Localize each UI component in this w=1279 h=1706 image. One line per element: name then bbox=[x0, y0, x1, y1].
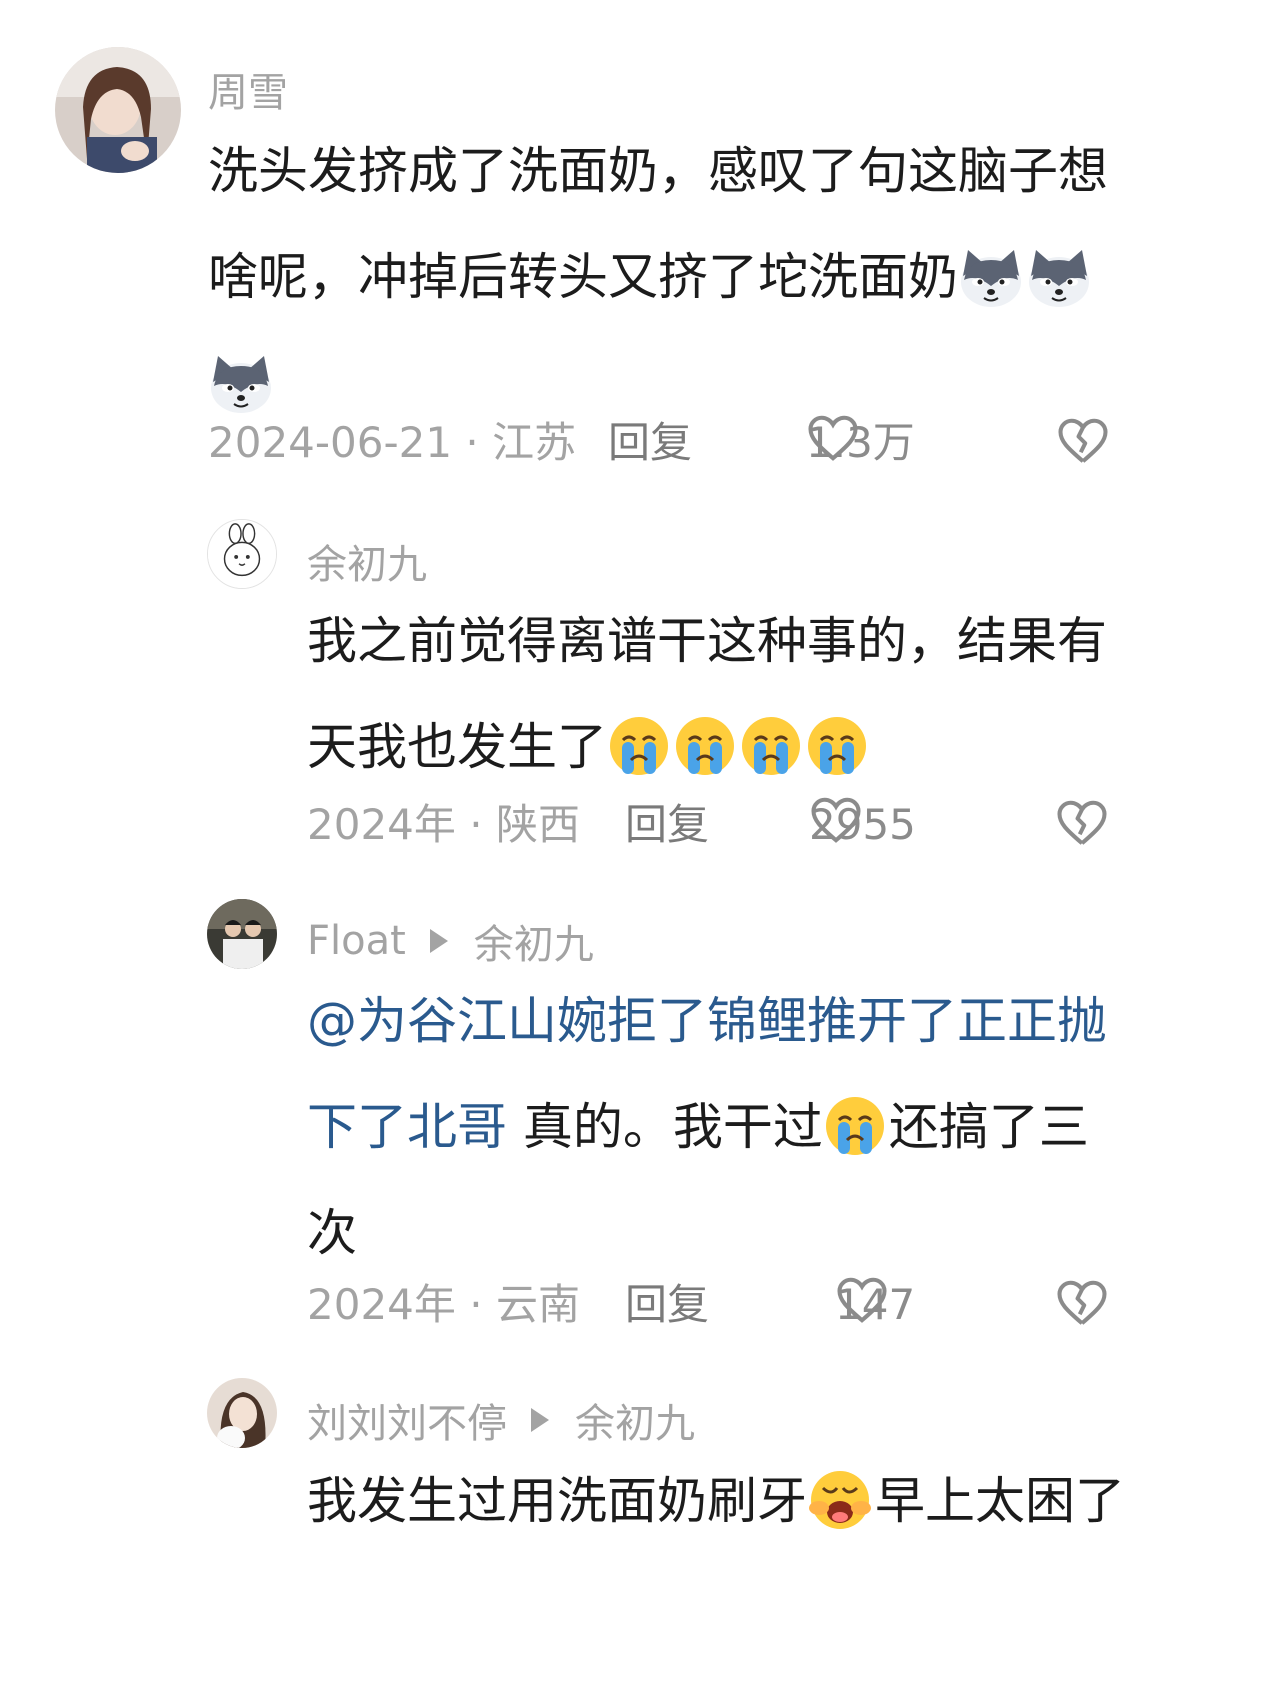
bunny-avatar-icon bbox=[208, 520, 276, 588]
crying-face-emoji bbox=[607, 714, 671, 778]
author-name: 刘刘刘不停 bbox=[307, 1401, 507, 1447]
dislike-button[interactable] bbox=[1056, 415, 1110, 483]
like-button[interactable]: 147 bbox=[835, 1275, 915, 1329]
broken-heart-icon bbox=[1057, 1280, 1107, 1325]
avatar[interactable] bbox=[207, 1378, 277, 1448]
husky-emoji bbox=[208, 352, 274, 414]
user-photo-icon bbox=[55, 47, 181, 173]
comment-line: 我发生过用洗面奶刷牙 早上太困了 bbox=[307, 1448, 1125, 1554]
comment-line: 次 bbox=[307, 1204, 357, 1262]
user-photo-icon bbox=[207, 1378, 277, 1448]
comment-line: 洗头发挤成了洗面奶，感叹了句这脑子想 bbox=[208, 142, 1108, 200]
like-count: 147 bbox=[835, 1280, 916, 1329]
comment-meta: 2024-06-21 · 江苏 回复 1.3万 bbox=[208, 413, 1279, 473]
comment-line: 天我也发生了 bbox=[307, 694, 1107, 800]
crying-face-emoji bbox=[823, 1094, 887, 1158]
author-name: 余初九 bbox=[307, 542, 427, 588]
comment-author[interactable]: Float 余初九 bbox=[307, 912, 594, 970]
avatar[interactable] bbox=[55, 47, 181, 173]
crying-face-emoji bbox=[673, 714, 737, 778]
reply-button[interactable]: 回复 bbox=[608, 413, 692, 473]
avatar[interactable] bbox=[207, 519, 277, 589]
author-name: Float bbox=[307, 918, 406, 964]
comment-text: 我之前觉得离谱干这种事的，结果有 天我也发生了 bbox=[307, 588, 1107, 800]
comment-author[interactable]: 余初九 bbox=[307, 532, 427, 590]
comment-author[interactable]: 刘刘刘不停 余初九 bbox=[307, 1391, 695, 1449]
husky-emoji bbox=[1026, 246, 1092, 308]
yawning-face-emoji bbox=[807, 1468, 873, 1532]
reply-to-arrow-icon bbox=[531, 1408, 549, 1432]
user-photo-icon bbox=[207, 899, 277, 969]
crying-face-emoji bbox=[805, 714, 869, 778]
comment-line: 啥呢，冲掉后转头又挤了坨洗面奶 bbox=[208, 224, 1108, 330]
like-button[interactable]: 2955 bbox=[809, 795, 916, 849]
comment-date-location: 2024年 · 陕西 bbox=[307, 800, 580, 849]
like-button[interactable]: 1.3万 bbox=[806, 413, 915, 467]
reply-button[interactable]: 回复 bbox=[625, 795, 709, 855]
reply-button[interactable]: 回复 bbox=[625, 1275, 709, 1335]
dislike-button[interactable] bbox=[1055, 797, 1109, 865]
broken-heart-icon bbox=[1057, 800, 1107, 845]
comment-line: 下了北哥 真的。我干过 还搞了三 bbox=[307, 1074, 1107, 1180]
comment-text: 洗头发挤成了洗面奶，感叹了句这脑子想 啥呢，冲掉后转头又挤了坨洗面奶 bbox=[208, 118, 1108, 436]
comment-line: 我之前觉得离谱干这种事的，结果有 bbox=[307, 612, 1107, 670]
comment-date-location: 2024-06-21 · 江苏 bbox=[208, 418, 577, 467]
like-count: 2955 bbox=[809, 800, 916, 849]
comment-text: @为谷江山婉拒了锦鲤推开了正正抛 下了北哥 真的。我干过 还搞了三 次 bbox=[307, 968, 1107, 1286]
comment-meta: 2024年 · 云南 回复 147 bbox=[307, 1275, 1279, 1335]
comment-line: @为谷江山婉拒了锦鲤推开了正正抛 bbox=[307, 968, 1107, 1074]
like-count: 1.3万 bbox=[806, 418, 915, 467]
avatar[interactable] bbox=[207, 899, 277, 969]
comment-author[interactable]: 周雪 bbox=[208, 60, 288, 118]
reply-to-name[interactable]: 余初九 bbox=[474, 912, 594, 970]
broken-heart-icon bbox=[1058, 418, 1108, 463]
crying-face-emoji bbox=[739, 714, 803, 778]
mention-link[interactable]: @为谷江山婉拒了锦鲤推开了正正抛 bbox=[307, 992, 1107, 1050]
comment-text: 我发生过用洗面奶刷牙 早上太困了 bbox=[307, 1448, 1125, 1554]
husky-emoji bbox=[958, 246, 1024, 308]
author-name: 周雪 bbox=[208, 70, 288, 116]
reply-to-arrow-icon bbox=[429, 929, 448, 953]
comment-date-location: 2024年 · 云南 bbox=[307, 1280, 580, 1329]
mention-link[interactable]: 下了北哥 bbox=[307, 1098, 507, 1156]
comment-meta: 2024年 · 陕西 回复 2955 bbox=[307, 795, 1279, 855]
dislike-button[interactable] bbox=[1055, 1277, 1109, 1345]
reply-to-name[interactable]: 余初九 bbox=[575, 1391, 695, 1449]
